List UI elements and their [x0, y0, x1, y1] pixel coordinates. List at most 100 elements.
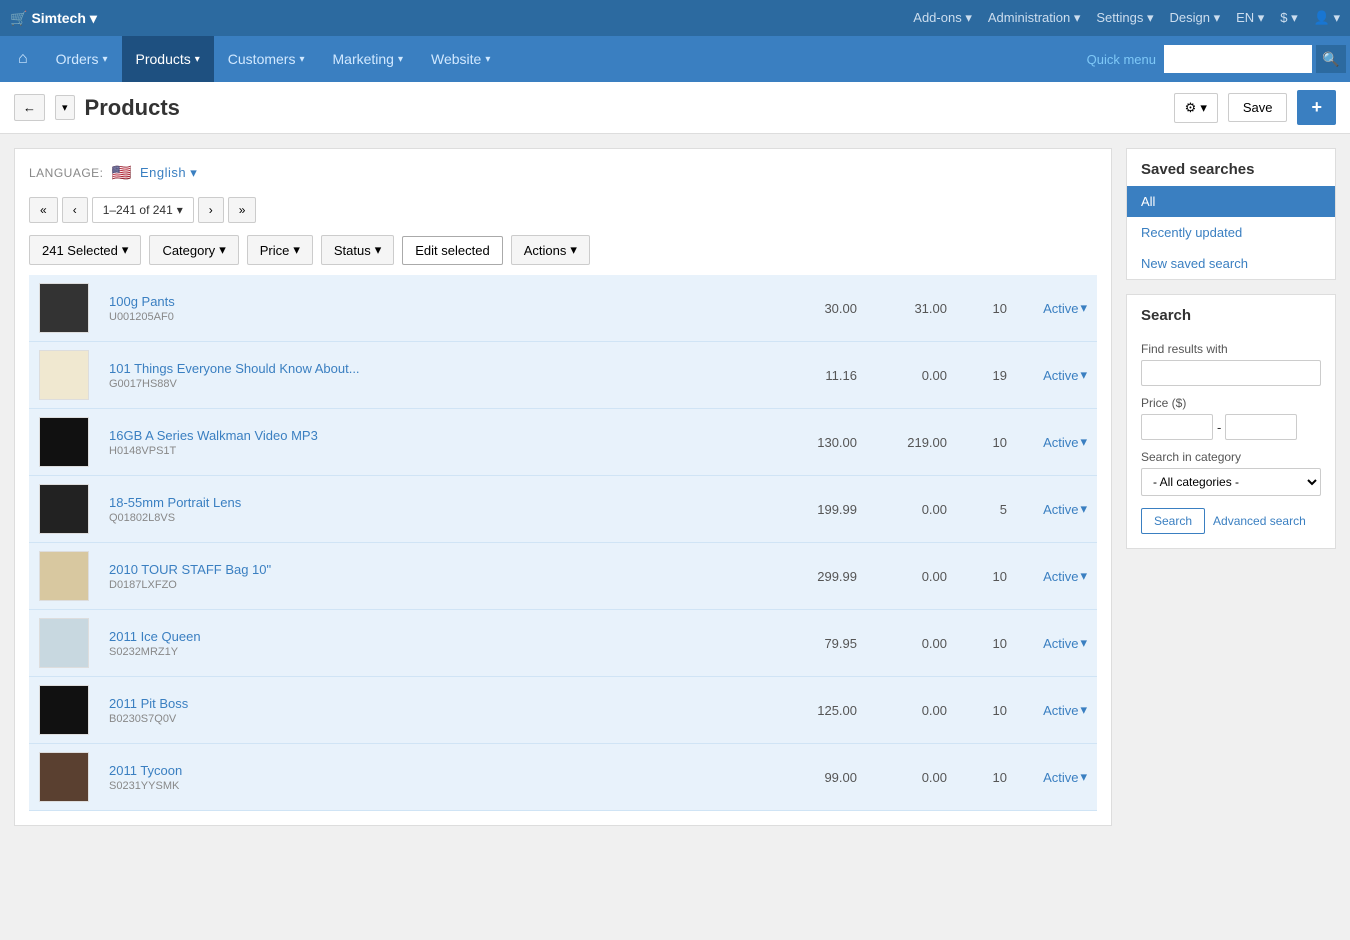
product-price1: 125.00 — [777, 677, 867, 744]
design-menu[interactable]: Design ▾ — [1169, 10, 1220, 26]
product-img-cell — [29, 610, 99, 677]
product-name[interactable]: 16GB A Series Walkman Video MP3 — [109, 428, 767, 443]
table-row: 100g Pants U001205AF0 30.00 31.00 10 Act… — [29, 275, 1097, 342]
product-thumbnail — [39, 618, 89, 668]
nav-customers[interactable]: Customers ▾ — [214, 36, 319, 82]
edit-selected-button[interactable]: Edit selected — [402, 236, 502, 265]
product-status[interactable]: Active ▾ — [1027, 367, 1087, 383]
back-button[interactable]: ← — [14, 94, 45, 121]
product-status[interactable]: Active ▾ — [1027, 635, 1087, 651]
language-menu[interactable]: EN ▾ — [1236, 10, 1264, 26]
selected-count-button[interactable]: 241 Selected ▾ — [29, 235, 141, 265]
price-filter-button[interactable]: Price ▾ — [247, 235, 313, 265]
product-name[interactable]: 2011 Tycoon — [109, 763, 767, 778]
product-code: S0231YYSMK — [109, 780, 767, 792]
saved-search-item[interactable]: Recently updated — [1127, 217, 1335, 248]
product-status[interactable]: Active ▾ — [1027, 702, 1087, 718]
product-price2: 0.00 — [867, 342, 957, 409]
status-caret-icon: ▾ — [1080, 367, 1087, 383]
pagination-last[interactable]: » — [228, 197, 257, 223]
product-name[interactable]: 2011 Pit Boss — [109, 696, 767, 711]
products-caret-icon: ▾ — [195, 54, 200, 65]
category-select[interactable]: - All categories - Electronics Books Spo… — [1141, 468, 1321, 496]
product-quantity: 10 — [957, 744, 1017, 811]
product-status[interactable]: Active ▾ — [1027, 434, 1087, 450]
page-header: ← ▾ Products ⚙ ▾ Save + — [0, 82, 1350, 134]
settings-gear-button[interactable]: ⚙ ▾ — [1174, 93, 1218, 123]
search-button[interactable]: Search — [1141, 508, 1205, 534]
pagination-next[interactable]: › — [198, 197, 224, 223]
product-info-cell: 2011 Tycoon S0231YYSMK — [99, 744, 777, 811]
status-caret-icon: ▾ — [375, 242, 382, 258]
product-quantity: 10 — [957, 275, 1017, 342]
product-quantity: 10 — [957, 610, 1017, 677]
nav-website[interactable]: Website ▾ — [417, 36, 504, 82]
product-info-cell: 16GB A Series Walkman Video MP3 H0148VPS… — [99, 409, 777, 476]
header-dropdown-button[interactable]: ▾ — [55, 95, 75, 120]
pagination-prev[interactable]: ‹ — [62, 197, 88, 223]
global-search-input[interactable] — [1168, 52, 1308, 67]
product-name[interactable]: 101 Things Everyone Should Know About... — [109, 361, 767, 376]
table-row: 2011 Tycoon S0231YYSMK 99.00 0.00 10 Act… — [29, 744, 1097, 811]
product-name[interactable]: 18-55mm Portrait Lens — [109, 495, 767, 510]
addons-menu[interactable]: Add-ons ▾ — [913, 10, 972, 26]
save-button[interactable]: Save — [1228, 93, 1288, 122]
price-caret-icon: ▾ — [293, 242, 300, 258]
saved-search-item[interactable]: New saved search — [1127, 248, 1335, 279]
product-status[interactable]: Active ▾ — [1027, 501, 1087, 517]
quick-menu-link[interactable]: Quick menu — [1087, 52, 1156, 67]
advanced-search-button[interactable]: Advanced search — [1213, 508, 1306, 534]
currency-menu[interactable]: $ ▾ — [1280, 10, 1297, 26]
product-code: G0017HS88V — [109, 378, 767, 390]
settings-menu[interactable]: Settings ▾ — [1096, 10, 1153, 26]
category-filter-button[interactable]: Category ▾ — [149, 235, 238, 265]
actions-label: Actions — [524, 243, 567, 258]
product-code: B0230S7Q0V — [109, 713, 767, 725]
product-img-cell — [29, 476, 99, 543]
product-status[interactable]: Active ▾ — [1027, 300, 1087, 316]
product-status[interactable]: Active ▾ — [1027, 568, 1087, 584]
nav-customers-label: Customers — [228, 51, 296, 67]
product-price2: 0.00 — [867, 744, 957, 811]
pagination-first[interactable]: « — [29, 197, 58, 223]
category-caret-icon: ▾ — [219, 242, 226, 258]
brand-logo[interactable]: 🛒 Simtech ▾ — [10, 10, 97, 27]
administration-menu[interactable]: Administration ▾ — [988, 10, 1081, 26]
price-to-input[interactable] — [1225, 414, 1297, 440]
pagination-info[interactable]: 1–241 of 241 ▾ — [92, 197, 194, 223]
language-label: LANGUAGE: — [29, 166, 104, 180]
actions-button[interactable]: Actions ▾ — [511, 235, 590, 265]
product-thumbnail — [39, 283, 89, 333]
user-menu[interactable]: 👤 ▾ — [1314, 10, 1340, 26]
nav-marketing-label: Marketing — [333, 51, 394, 67]
brand-name: Simtech — [31, 10, 85, 26]
selected-count-label: 241 Selected — [42, 243, 118, 258]
product-status[interactable]: Active ▾ — [1027, 769, 1087, 785]
product-img-cell — [29, 275, 99, 342]
nav-orders[interactable]: Orders ▾ — [42, 36, 122, 82]
add-product-button[interactable]: + — [1297, 90, 1336, 125]
nav-home[interactable]: ⌂ — [4, 36, 42, 82]
product-quantity: 10 — [957, 677, 1017, 744]
search-panel: Search Find results with Price ($) - Sea… — [1127, 295, 1335, 548]
status-label: Status — [334, 243, 371, 258]
table-row: 2011 Pit Boss B0230S7Q0V 125.00 0.00 10 … — [29, 677, 1097, 744]
product-name[interactable]: 2010 TOUR STAFF Bag 10" — [109, 562, 767, 577]
global-search-box — [1164, 45, 1312, 73]
marketing-caret-icon: ▾ — [398, 54, 403, 65]
status-filter-button[interactable]: Status ▾ — [321, 235, 394, 265]
language-selector[interactable]: English ▾ — [140, 165, 197, 181]
saved-search-item[interactable]: All — [1127, 186, 1335, 217]
find-input[interactable] — [1141, 360, 1321, 386]
nav-marketing[interactable]: Marketing ▾ — [319, 36, 418, 82]
product-name[interactable]: 100g Pants — [109, 294, 767, 309]
price-from-input[interactable] — [1141, 414, 1213, 440]
website-caret-icon: ▾ — [485, 54, 490, 65]
product-quantity: 10 — [957, 543, 1017, 610]
global-search-button[interactable]: 🔍 — [1316, 45, 1346, 73]
product-name[interactable]: 2011 Ice Queen — [109, 629, 767, 644]
product-quantity: 19 — [957, 342, 1017, 409]
gear-icon: ⚙ — [1185, 100, 1197, 116]
nav-products[interactable]: Products ▾ — [122, 36, 214, 82]
product-status-cell: Active ▾ — [1017, 677, 1097, 744]
